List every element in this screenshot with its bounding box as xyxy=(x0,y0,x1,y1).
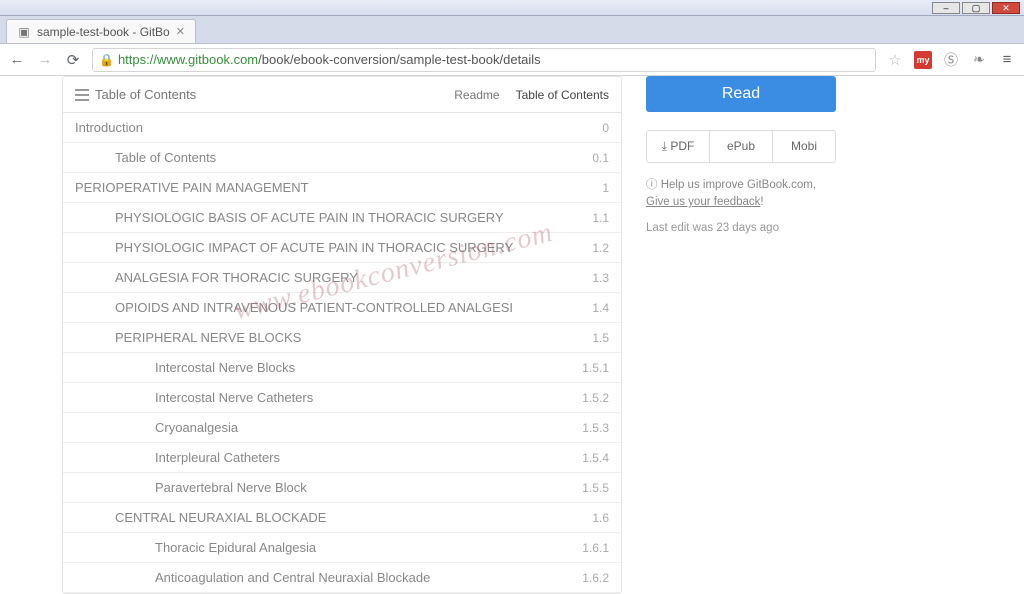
toc-panel-header: Table of Contents Readme Table of Conten… xyxy=(63,77,621,113)
toc-row-label: ANALGESIA FOR THORACIC SURGERY xyxy=(115,270,358,285)
extension-skype-icon[interactable]: Ⓢ xyxy=(942,51,960,69)
feedback-text: ⓘ Help us improve GitBook.com, Give us y… xyxy=(646,177,836,212)
nav-forward-button[interactable]: → xyxy=(36,51,54,69)
url-input[interactable]: 🔒 https://www.gitbook.com/book/ebook-con… xyxy=(92,48,876,72)
toc-row-number: 1.1 xyxy=(592,211,609,225)
toc-row-number: 1.5.5 xyxy=(582,481,609,495)
toc-row-number: 0 xyxy=(602,121,609,135)
url-host: www.gitbook.com xyxy=(157,52,258,67)
toc-row-number: 1.5.1 xyxy=(582,361,609,375)
download-mobi-button[interactable]: Mobi xyxy=(772,131,835,162)
extension-tag-icon[interactable]: ❧ xyxy=(970,51,988,69)
extension-my-icon[interactable]: my xyxy=(914,51,932,69)
toc-row-number: 1.6.1 xyxy=(582,541,609,555)
download-formats: ⤓ PDF ePub Mobi xyxy=(646,130,836,163)
toc-row[interactable]: OPIOIDS AND INTRAVENOUS PATIENT-CONTROLL… xyxy=(63,293,621,323)
toc-row-number: 1 xyxy=(602,181,609,195)
feedback-link[interactable]: Give us your feedback xyxy=(646,196,760,208)
toc-row[interactable]: PHYSIOLOGIC BASIS OF ACUTE PAIN IN THORA… xyxy=(63,203,621,233)
tab-readme[interactable]: Readme xyxy=(454,88,499,102)
toc-row-label: Introduction xyxy=(75,120,143,135)
toc-row[interactable]: CENTRAL NEURAXIAL BLOCKADE 1.6 xyxy=(63,503,621,533)
toc-row-label: PERIOPERATIVE PAIN MANAGEMENT xyxy=(75,180,309,195)
toc-row[interactable]: ANALGESIA FOR THORACIC SURGERY 1.3 xyxy=(63,263,621,293)
panel-title: Table of Contents xyxy=(95,87,196,102)
info-icon: ⓘ xyxy=(646,179,658,191)
url-protocol: https:// xyxy=(118,52,157,67)
toc-row[interactable]: Paravertebral Nerve Block 1.5.5 xyxy=(63,473,621,503)
toc-row[interactable]: Intercostal Nerve Blocks 1.5.1 xyxy=(63,353,621,383)
toc-row[interactable]: PERIPHERAL NERVE BLOCKS 1.5 xyxy=(63,323,621,353)
toc-row[interactable]: Table of Contents 0.1 xyxy=(63,143,621,173)
last-edit-text: Last edit was 23 days ago xyxy=(646,222,836,234)
tab-toc[interactable]: Table of Contents xyxy=(516,88,609,102)
browser-toolbar: ← → ⟳ 🔒 https://www.gitbook.com/book/ebo… xyxy=(0,44,1024,76)
toc-row-number: 1.6 xyxy=(592,511,609,525)
toc-panel: Table of Contents Readme Table of Conten… xyxy=(62,76,622,594)
window-maximize-button[interactable]: ▢ xyxy=(962,2,990,14)
page-content: Table of Contents Readme Table of Conten… xyxy=(0,76,1024,576)
toc-row-label: CENTRAL NEURAXIAL BLOCKADE xyxy=(115,510,326,525)
toc-row[interactable]: Interpleural Catheters 1.5.4 xyxy=(63,443,621,473)
window-titlebar: – ▢ ✕ xyxy=(0,0,1024,16)
toc-row-number: 1.5 xyxy=(592,331,609,345)
toc-row-label: Intercostal Nerve Catheters xyxy=(155,390,313,405)
toc-row[interactable]: Cryoanalgesia 1.5.3 xyxy=(63,413,621,443)
toc-row-label: Table of Contents xyxy=(115,150,216,165)
toc-row-label: PHYSIOLOGIC BASIS OF ACUTE PAIN IN THORA… xyxy=(115,210,504,225)
toc-row-label: PHYSIOLOGIC IMPACT OF ACUTE PAIN IN THOR… xyxy=(115,240,513,255)
toc-row[interactable]: PHYSIOLOGIC IMPACT OF ACUTE PAIN IN THOR… xyxy=(63,233,621,263)
download-pdf-button[interactable]: ⤓ PDF xyxy=(647,131,709,162)
toc-row-label: Paravertebral Nerve Block xyxy=(155,480,307,495)
toc-row-label: Anticoagulation and Central Neuraxial Bl… xyxy=(155,570,430,585)
window-minimize-button[interactable]: – xyxy=(932,2,960,14)
lock-icon: 🔒 xyxy=(99,53,114,67)
page-icon: ▣ xyxy=(17,25,31,39)
read-button[interactable]: Read xyxy=(646,76,836,112)
toc-row-number: 1.6.2 xyxy=(582,571,609,585)
toc-row-number: 1.5.2 xyxy=(582,391,609,405)
toc-row-number: 1.4 xyxy=(592,301,609,315)
toc-row-label: Cryoanalgesia xyxy=(155,420,238,435)
toc-row-number: 0.1 xyxy=(592,151,609,165)
toc-row-number: 1.3 xyxy=(592,271,609,285)
toc-row-number: 1.5.4 xyxy=(582,451,609,465)
toc-row[interactable]: Thoracic Epidural Analgesia 1.6.1 xyxy=(63,533,621,563)
download-icon: ⤓ xyxy=(662,139,667,153)
toc-row-label: OPIOIDS AND INTRAVENOUS PATIENT-CONTROLL… xyxy=(115,300,513,315)
toc-row-number: 1.5.3 xyxy=(582,421,609,435)
toc-row-label: PERIPHERAL NERVE BLOCKS xyxy=(115,330,301,345)
toc-row-label: Thoracic Epidural Analgesia xyxy=(155,540,316,555)
nav-back-button[interactable]: ← xyxy=(8,51,26,69)
bookmark-star-icon[interactable]: ☆ xyxy=(886,51,904,69)
download-epub-button[interactable]: ePub xyxy=(709,131,772,162)
toc-row[interactable]: Introduction 0 xyxy=(63,113,621,143)
list-icon xyxy=(75,89,89,101)
toc-row-label: Interpleural Catheters xyxy=(155,450,280,465)
toc-list: Introduction 0 Table of Contents 0.1 PERIOPE… xyxy=(63,113,621,593)
browser-tabstrip: ▣ sample-test-book - GitBo ✕ xyxy=(0,16,1024,44)
tab-close-icon[interactable]: ✕ xyxy=(176,25,185,38)
toc-row-number: 1.2 xyxy=(592,241,609,255)
browser-tab[interactable]: ▣ sample-test-book - GitBo ✕ xyxy=(6,19,196,43)
window-close-button[interactable]: ✕ xyxy=(992,2,1020,14)
browser-menu-button[interactable]: ≡ xyxy=(998,51,1016,69)
toc-row[interactable]: Anticoagulation and Central Neuraxial Bl… xyxy=(63,563,621,593)
url-path: /book/ebook-conversion/sample-test-book/… xyxy=(258,52,541,67)
tab-title: sample-test-book - GitBo xyxy=(37,25,170,39)
toc-row-label: Intercostal Nerve Blocks xyxy=(155,360,295,375)
nav-reload-button[interactable]: ⟳ xyxy=(64,51,82,69)
toc-row[interactable]: PERIOPERATIVE PAIN MANAGEMENT 1 xyxy=(63,173,621,203)
toc-row[interactable]: Intercostal Nerve Catheters 1.5.2 xyxy=(63,383,621,413)
